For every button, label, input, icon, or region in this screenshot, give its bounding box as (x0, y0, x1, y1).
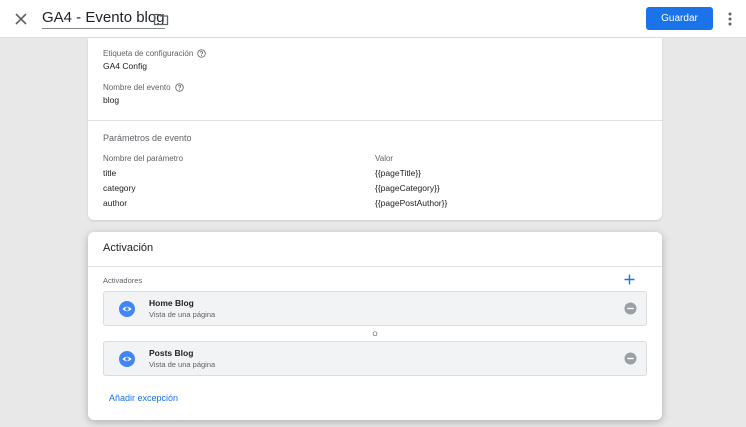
or-separator: O (372, 331, 378, 338)
remove-icon[interactable] (624, 352, 637, 365)
trigger-item-home-blog[interactable]: Home Blog Vista de una página (103, 291, 647, 326)
eye-icon (119, 351, 135, 367)
event-name-value: blog (103, 95, 120, 105)
triggers-label: Activadores (103, 276, 143, 285)
tag-title[interactable]: GA4 - Evento blog (42, 9, 165, 29)
top-bar: GA4 - Evento blog Guardar (0, 0, 746, 38)
param-name-header: Nombre del parámetro (103, 154, 184, 163)
tag-config-card: Etiqueta de configuración GA4 Config Nom… (88, 38, 662, 220)
config-tag-label: Etiqueta de configuración (103, 49, 194, 58)
param-name: title (103, 168, 117, 178)
param-value-header: Valor (375, 154, 394, 163)
activation-title: Activación (103, 242, 154, 254)
config-tag-value: GA4 Config (103, 61, 147, 71)
param-value: {{pagePostAuthor}} (375, 198, 448, 208)
add-trigger-icon[interactable] (623, 273, 636, 286)
trigger-item-posts-blog[interactable]: Posts Blog Vista de una página (103, 341, 647, 376)
event-name-field-label: Nombre del evento (103, 83, 184, 92)
trigger-name: Home Blog (149, 298, 194, 308)
trigger-type: Vista de una página (149, 360, 216, 369)
params-section-title: Parámetros de evento (103, 133, 192, 143)
more-vert-icon[interactable] (723, 9, 737, 29)
help-icon[interactable] (174, 83, 184, 92)
param-name: category (103, 183, 136, 193)
folder-icon[interactable] (153, 11, 169, 27)
remove-icon[interactable] (624, 302, 637, 315)
eye-icon (119, 301, 135, 317)
add-exception-link[interactable]: Añadir excepción (109, 393, 178, 403)
save-button[interactable]: Guardar (646, 7, 713, 30)
param-name: author (103, 198, 128, 208)
trigger-type: Vista de una página (149, 310, 216, 319)
section-divider (88, 120, 662, 121)
close-icon[interactable] (11, 9, 31, 29)
activation-divider (88, 266, 662, 267)
param-value: {{pageCategory}} (375, 183, 440, 193)
activation-card: Activación Activadores Home Blog Vista d… (88, 232, 662, 420)
event-name-label: Nombre del evento (103, 83, 171, 92)
config-tag-field-label: Etiqueta de configuración (103, 49, 206, 58)
trigger-name: Posts Blog (149, 348, 194, 358)
param-value: {{pageTitle}} (375, 168, 422, 178)
help-icon[interactable] (197, 49, 206, 58)
